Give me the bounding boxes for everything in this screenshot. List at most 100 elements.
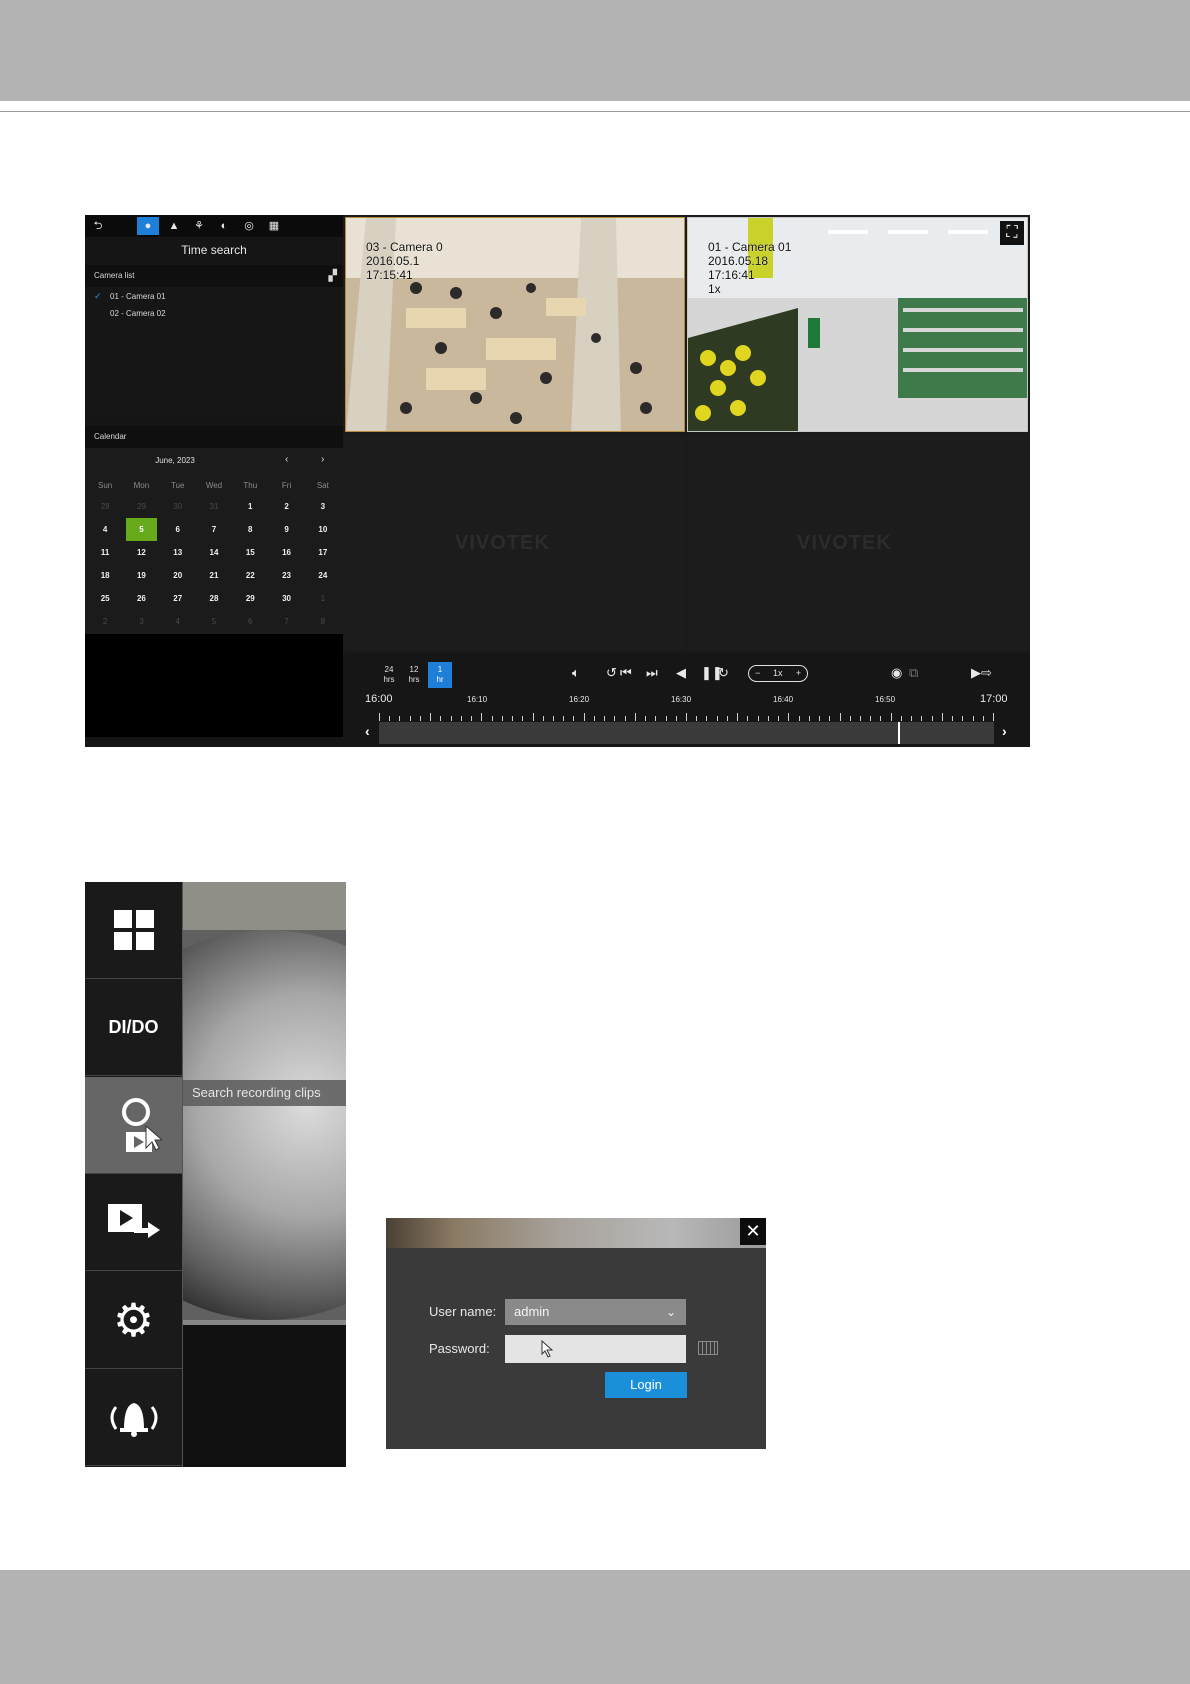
calendar-day[interactable]: 2 xyxy=(87,610,123,633)
time-search-icon[interactable]: ● xyxy=(137,217,159,235)
forward-icon[interactable]: ↻ xyxy=(718,665,729,681)
calendar-day[interactable]: 7 xyxy=(268,610,304,633)
calendar-day[interactable]: 5 xyxy=(196,610,232,633)
calendar-day[interactable]: 29 xyxy=(232,587,268,610)
login-button[interactable]: Login xyxy=(605,1372,687,1398)
login-dialog: ✕ User name: admin ⌄ Password: Login xyxy=(386,1218,766,1449)
range-1hr-button[interactable]: 1 hr xyxy=(428,662,452,688)
prev-month-icon[interactable]: ‹ xyxy=(285,454,288,465)
calendar-day[interactable]: 1 xyxy=(305,587,341,610)
calendar-day[interactable]: 16 xyxy=(268,541,304,564)
calendar: June, 2023 ‹ › Sun Mon Tue Wed Thu Fri Sat 28 29… xyxy=(85,448,343,634)
grid-menu-icon[interactable]: ▦ xyxy=(263,217,285,235)
calendar-day[interactable]: 10 xyxy=(305,518,341,541)
username-value: admin xyxy=(514,1304,550,1319)
top-toolbar: ⮌ ● ▲ ⚘ ◐ ◎ ▦ xyxy=(85,215,343,237)
calendar-day[interactable]: 8 xyxy=(232,518,268,541)
calendar-day[interactable]: 4 xyxy=(160,610,196,633)
eye-icon[interactable]: ◉ xyxy=(891,665,902,681)
calendar-day[interactable]: 7 xyxy=(196,518,232,541)
calendar-day[interactable]: 29 xyxy=(123,495,159,518)
video-pane-2[interactable]: 01 - Camera 01 2016.05.18 17:16:41 1x ⛶ xyxy=(687,217,1028,432)
export-icon[interactable]: ▶︎⇨ xyxy=(971,665,992,681)
calendar-day[interactable]: 25 xyxy=(87,587,123,610)
dido-button[interactable]: DI/DO xyxy=(85,979,182,1076)
calendar-day[interactable]: 8 xyxy=(305,610,341,633)
volume-icon[interactable]: 🔈︎ xyxy=(572,665,580,681)
alarm-icon[interactable]: ▲ xyxy=(163,217,185,235)
calendar-day[interactable]: 30 xyxy=(160,495,196,518)
calendar-day[interactable]: 27 xyxy=(160,587,196,610)
fullscreen-icon[interactable]: ⛶ xyxy=(1000,221,1024,245)
snapshot-icon[interactable]: ⧉ xyxy=(909,665,918,681)
calendar-day[interactable]: 2 xyxy=(268,495,304,518)
top-strip xyxy=(183,882,346,930)
calendar-day[interactable]: 26 xyxy=(123,587,159,610)
settings-button[interactable]: ⚙ xyxy=(85,1272,182,1369)
calendar-day[interactable]: 28 xyxy=(87,495,123,518)
range-12hrs-button[interactable]: 12 hrs xyxy=(402,662,426,688)
calendar-day[interactable]: 23 xyxy=(268,564,304,587)
timeline-left-icon[interactable]: ‹ xyxy=(365,723,370,739)
search-recording-button[interactable] xyxy=(85,1077,182,1174)
keyboard-icon[interactable] xyxy=(698,1341,718,1355)
rewind-icon[interactable]: ↺ xyxy=(606,665,617,681)
calendar-day[interactable]: 12 xyxy=(123,541,159,564)
calendar-day[interactable]: 9 xyxy=(268,518,304,541)
chevron-down-icon: ⌄ xyxy=(665,1305,676,1319)
timeline-mark-1: 16:10 xyxy=(467,695,488,704)
calendar-day[interactable]: 6 xyxy=(160,518,196,541)
calendar-day[interactable]: 15 xyxy=(232,541,268,564)
back-icon[interactable]: ⮌ xyxy=(87,217,109,235)
range-24hrs-button[interactable]: 24 hrs xyxy=(377,662,401,688)
timeline-ticks xyxy=(379,713,994,721)
camera-item-2[interactable]: 02 - Camera 02 xyxy=(110,309,166,318)
range-1-num: 1 xyxy=(437,665,443,674)
password-field[interactable] xyxy=(505,1335,686,1363)
calendar-day[interactable]: 17 xyxy=(305,541,341,564)
alarm-button[interactable] xyxy=(85,1369,182,1466)
speed-minus-icon[interactable]: − xyxy=(755,666,760,680)
calendar-day[interactable]: 13 xyxy=(160,541,196,564)
calendar-day[interactable]: 20 xyxy=(160,564,196,587)
object-search-icon[interactable]: ◐ xyxy=(213,217,235,235)
reverse-play-icon[interactable]: ◀ xyxy=(676,665,686,681)
calendar-day[interactable]: 31 xyxy=(196,495,232,518)
camera-layout-icon[interactable]: ▞ xyxy=(329,265,337,287)
camera-item-1[interactable]: 01 - Camera 01 xyxy=(110,292,166,301)
people-search-icon[interactable]: ⚘ xyxy=(188,217,210,235)
timeline-right-icon[interactable]: › xyxy=(1002,723,1007,739)
video-pane-1[interactable]: 03 - Camera 0 2016.05.1 17:15:41 xyxy=(345,217,685,432)
calendar-day[interactable]: 30 xyxy=(268,587,304,610)
video-pane-4[interactable]: VIVOTEK xyxy=(687,436,1028,651)
calendar-day-selected[interactable]: 5 xyxy=(126,518,157,541)
pane-2-date: 2016.05.18 xyxy=(708,254,769,268)
calendar-day[interactable]: 3 xyxy=(123,610,159,633)
calendar-day[interactable]: 11 xyxy=(87,541,123,564)
next-icon[interactable]: ⏭︎ xyxy=(646,665,658,681)
calendar-day[interactable]: 21 xyxy=(196,564,232,587)
calendar-day[interactable]: 28 xyxy=(196,587,232,610)
next-month-icon[interactable]: › xyxy=(321,454,324,465)
timeline-cursor[interactable] xyxy=(898,722,900,744)
calendar-day[interactable]: 3 xyxy=(305,495,341,518)
smart-search-icon[interactable]: ◎ xyxy=(238,217,260,235)
pane-1-time: 17:15:41 xyxy=(366,268,413,282)
export-clip-button[interactable] xyxy=(85,1174,182,1271)
calendar-day[interactable]: 22 xyxy=(232,564,268,587)
video-pane-3[interactable]: VIVOTEK xyxy=(345,436,685,651)
speed-plus-icon[interactable]: + xyxy=(796,666,801,680)
previous-icon[interactable]: ⏮︎ xyxy=(620,665,632,681)
layout-button[interactable] xyxy=(85,882,182,979)
calendar-day[interactable]: 4 xyxy=(87,518,123,541)
username-select[interactable]: admin ⌄ xyxy=(505,1299,686,1325)
timeline-track[interactable] xyxy=(379,722,994,744)
calendar-day[interactable]: 18 xyxy=(87,564,123,587)
calendar-day[interactable]: 14 xyxy=(196,541,232,564)
calendar-day[interactable]: 1 xyxy=(232,495,268,518)
calendar-day[interactable]: 6 xyxy=(232,610,268,633)
calendar-day[interactable]: 19 xyxy=(123,564,159,587)
calendar-day[interactable]: 24 xyxy=(305,564,341,587)
speed-control[interactable]: − 1x + xyxy=(748,665,808,682)
close-icon[interactable]: ✕ xyxy=(740,1218,766,1245)
